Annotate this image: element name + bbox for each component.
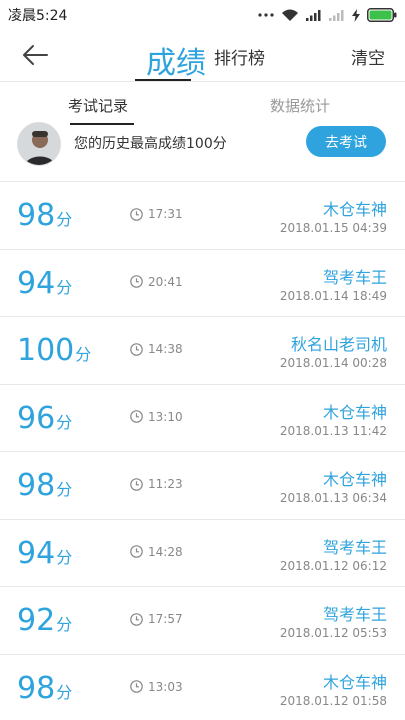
record-row[interactable]: 98分 17:31 木仓车神 2018.01.15 04:39 <box>0 182 405 250</box>
more-dots-icon <box>258 13 274 17</box>
record-score: 98分 <box>17 198 73 233</box>
record-date: 2018.01.13 11:42 <box>279 423 387 438</box>
record-duration: 17:57 <box>130 612 183 626</box>
record-score: 94分 <box>17 265 73 301</box>
charging-icon <box>352 8 360 22</box>
record-score: 100分 <box>17 333 92 368</box>
clock-icon <box>130 342 143 356</box>
clock-icon <box>130 207 143 221</box>
sub-tabs: 考试记录 数据统计 <box>0 82 405 126</box>
record-duration: 14:28 <box>130 545 183 559</box>
wifi-icon <box>282 9 298 21</box>
active-subtab-indicator <box>70 123 134 125</box>
back-arrow-icon <box>23 45 48 65</box>
record-duration-text: 14:28 <box>148 544 183 559</box>
record-driver-title: 驾考车王 <box>322 605 387 624</box>
status-bar: 凌晨5:24 <box>0 0 405 30</box>
best-score-bar: 您的历史最高成绩100分 去考试 <box>0 122 405 182</box>
record-date: 2018.01.13 06:34 <box>279 491 387 505</box>
status-time: 凌晨5:24 <box>8 8 68 24</box>
clear-button[interactable]: 清空 <box>351 44 385 69</box>
record-duration: 20:41 <box>130 275 183 289</box>
signal-icon <box>306 10 321 21</box>
clock-icon <box>130 545 143 558</box>
record-driver-title: 木仓车神 <box>322 470 387 489</box>
top-nav-bar: 成绩 排行榜 清空 <box>0 30 405 82</box>
record-score: 96分 <box>17 400 73 436</box>
record-date: 2018.01.15 04:39 <box>279 221 387 235</box>
record-driver-title: 驾考车王 <box>322 267 387 287</box>
tab-exam-records[interactable]: 考试记录 <box>68 95 128 116</box>
record-driver-title: 秋名山老司机 <box>290 335 387 354</box>
record-duration-text: 20:41 <box>148 274 183 289</box>
record-duration-text: 17:57 <box>148 612 183 626</box>
record-row[interactable]: 92分 17:57 驾考车王 2018.01.12 05:53 <box>0 587 405 655</box>
record-score: 98分 <box>17 670 73 706</box>
record-driver-title: 木仓车神 <box>322 200 387 219</box>
status-icons <box>258 8 397 22</box>
record-duration-text: 17:31 <box>148 207 183 221</box>
record-row[interactable]: 94分 20:41 驾考车王 2018.01.14 18:49 <box>0 250 405 317</box>
back-button[interactable] <box>20 40 50 70</box>
record-duration: 13:03 <box>130 680 183 694</box>
avatar <box>17 122 61 166</box>
record-duration: 17:31 <box>130 207 183 221</box>
record-score: 92分 <box>17 603 73 638</box>
record-driver-title: 木仓车神 <box>322 402 387 422</box>
record-date: 2018.01.14 00:28 <box>279 356 387 370</box>
record-date: 2018.01.12 01:58 <box>279 693 387 708</box>
clock-icon <box>130 477 143 491</box>
record-duration-text: 13:03 <box>148 679 183 694</box>
best-score-text: 您的历史最高成绩100分 <box>74 136 227 152</box>
clock-icon <box>130 680 143 693</box>
clock-icon <box>130 612 143 626</box>
record-duration: 14:38 <box>130 342 183 356</box>
record-row[interactable]: 100分 14:38 秋名山老司机 2018.01.14 00:28 <box>0 317 405 385</box>
record-score: 98分 <box>17 468 73 503</box>
record-duration-text: 13:10 <box>148 409 183 424</box>
record-score: 94分 <box>17 535 73 571</box>
clock-icon <box>130 410 143 423</box>
record-row[interactable]: 96分 13:10 木仓车神 2018.01.13 11:42 <box>0 385 405 452</box>
record-row[interactable]: 94分 14:28 驾考车王 2018.01.12 06:12 <box>0 520 405 587</box>
record-date: 2018.01.12 05:53 <box>279 626 387 640</box>
record-duration: 13:10 <box>130 410 183 424</box>
signal-weak-icon <box>329 10 344 21</box>
clock-icon <box>130 275 143 288</box>
tab-ranking[interactable]: 排行榜 <box>214 44 265 69</box>
tab-data-statistics[interactable]: 数据统计 <box>270 95 330 116</box>
active-tab-indicator <box>135 79 191 81</box>
record-driver-title: 木仓车神 <box>322 672 387 692</box>
record-row[interactable]: 98分 11:23 木仓车神 2018.01.13 06:34 <box>0 452 405 520</box>
record-row[interactable]: 98分 13:03 木仓车神 2018.01.12 01:58 <box>0 655 405 720</box>
tab-score[interactable]: 成绩 <box>146 48 206 80</box>
record-duration-text: 14:38 <box>148 342 183 356</box>
record-driver-title: 驾考车王 <box>322 537 387 557</box>
battery-icon <box>367 8 397 22</box>
record-duration-text: 11:23 <box>148 477 183 491</box>
record-duration: 11:23 <box>130 477 183 491</box>
record-date: 2018.01.12 06:12 <box>279 558 387 573</box>
exam-record-list: 98分 17:31 木仓车神 2018.01.15 04:39 94分 20:4… <box>0 182 405 720</box>
go-exam-button[interactable]: 去考试 <box>306 126 386 157</box>
record-date: 2018.01.14 18:49 <box>279 288 387 303</box>
